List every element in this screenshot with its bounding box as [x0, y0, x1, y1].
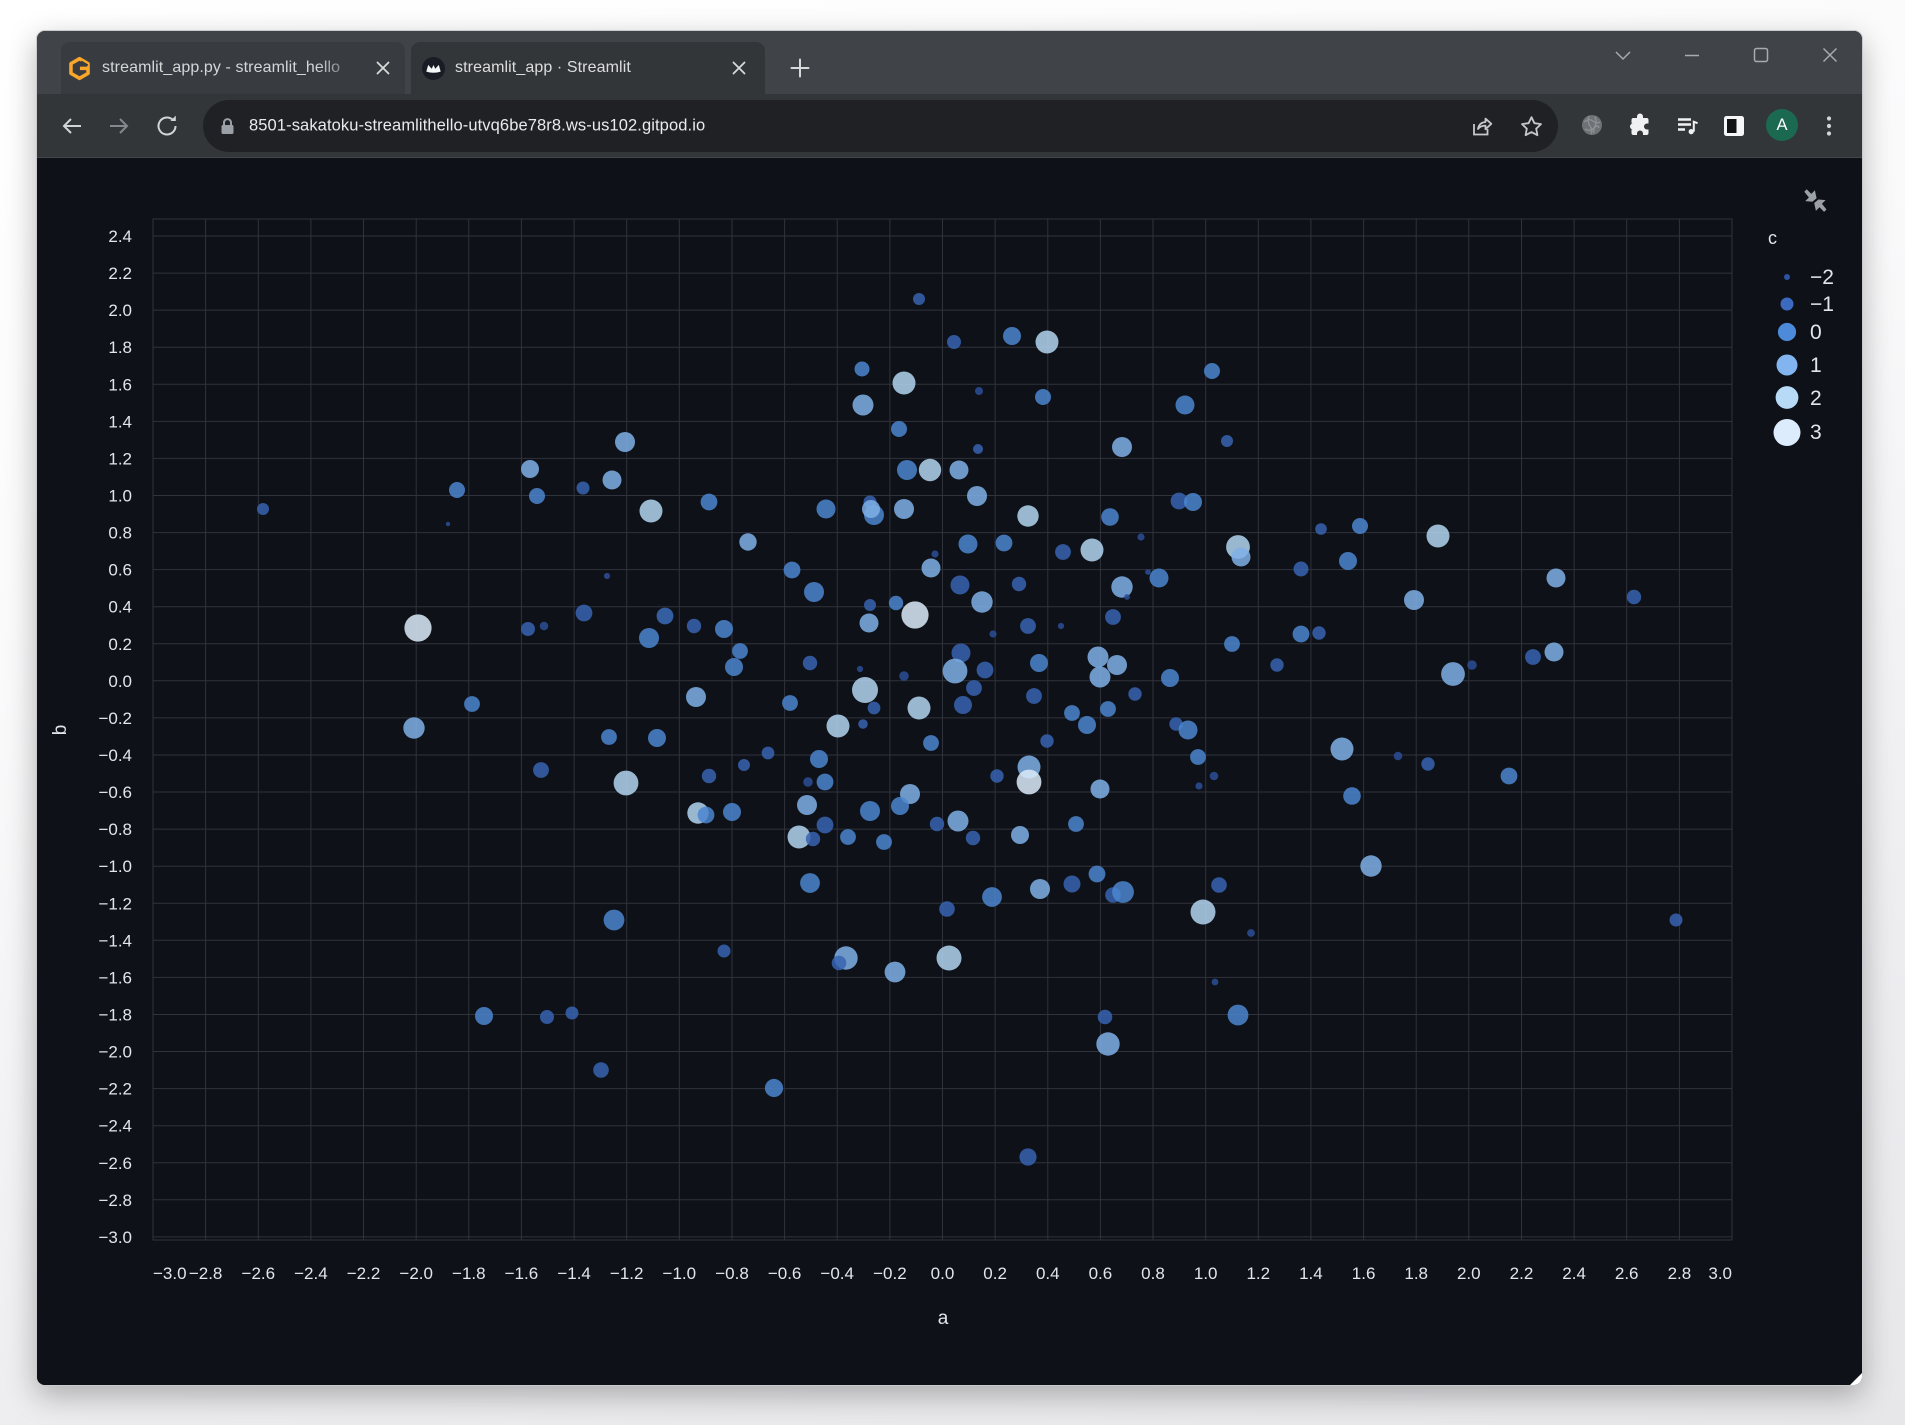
svg-text:−1.4: −1.4: [557, 1264, 591, 1283]
svg-text:−2.2: −2.2: [347, 1264, 381, 1283]
svg-text:3: 3: [1810, 421, 1822, 444]
svg-text:−2.6: −2.6: [242, 1264, 276, 1283]
svg-text:−2.4: −2.4: [98, 1117, 132, 1136]
svg-text:−2.8: −2.8: [98, 1191, 132, 1210]
svg-text:−2.2: −2.2: [98, 1080, 132, 1099]
svg-text:0.6: 0.6: [108, 561, 132, 580]
svg-text:−0.6: −0.6: [768, 1264, 802, 1283]
svg-text:−1.6: −1.6: [98, 968, 132, 987]
svg-text:−1: −1: [1810, 293, 1834, 316]
svg-text:−1.4: −1.4: [98, 931, 132, 950]
svg-text:0.0: 0.0: [108, 672, 132, 691]
svg-text:2.4: 2.4: [108, 227, 132, 246]
svg-text:3.0: 3.0: [1708, 1264, 1732, 1283]
svg-text:1.2: 1.2: [1246, 1264, 1270, 1283]
svg-text:2.2: 2.2: [1510, 1264, 1534, 1283]
svg-text:−1.8: −1.8: [452, 1264, 486, 1283]
svg-text:−3.0: −3.0: [153, 1264, 187, 1283]
svg-text:2.4: 2.4: [1562, 1264, 1586, 1283]
svg-text:−0.4: −0.4: [98, 746, 132, 765]
svg-text:−0.2: −0.2: [873, 1264, 907, 1283]
svg-text:1.8: 1.8: [108, 338, 132, 357]
svg-text:−0.4: −0.4: [820, 1264, 854, 1283]
svg-text:−2.0: −2.0: [98, 1043, 132, 1062]
svg-text:2: 2: [1810, 387, 1822, 410]
svg-text:a: a: [938, 1308, 949, 1329]
svg-text:−1.2: −1.2: [98, 894, 132, 913]
svg-text:−0.8: −0.8: [98, 820, 132, 839]
svg-text:1.0: 1.0: [1194, 1264, 1218, 1283]
svg-text:2.0: 2.0: [108, 301, 132, 320]
svg-text:−0.6: −0.6: [98, 783, 132, 802]
svg-text:1.0: 1.0: [108, 487, 132, 506]
svg-text:2.2: 2.2: [108, 264, 132, 283]
svg-text:−1.8: −1.8: [98, 1006, 132, 1025]
svg-text:2.0: 2.0: [1457, 1264, 1481, 1283]
svg-text:b: b: [50, 725, 71, 736]
svg-text:−2: −2: [1810, 266, 1834, 289]
svg-text:0.6: 0.6: [1089, 1264, 1113, 1283]
svg-text:1.2: 1.2: [108, 449, 132, 468]
svg-text:0.2: 0.2: [108, 635, 132, 654]
svg-text:2.8: 2.8: [1668, 1264, 1692, 1283]
svg-text:−2.6: −2.6: [98, 1154, 132, 1173]
svg-text:0: 0: [1810, 321, 1822, 344]
svg-text:2.6: 2.6: [1615, 1264, 1639, 1283]
svg-text:−0.8: −0.8: [715, 1264, 749, 1283]
svg-text:−3.0: −3.0: [98, 1228, 132, 1247]
svg-text:1.4: 1.4: [108, 412, 132, 431]
svg-text:1.8: 1.8: [1404, 1264, 1428, 1283]
svg-text:1: 1: [1810, 354, 1822, 377]
svg-text:0.0: 0.0: [931, 1264, 955, 1283]
svg-text:0.2: 0.2: [983, 1264, 1007, 1283]
svg-text:−1.2: −1.2: [610, 1264, 644, 1283]
svg-text:−0.2: −0.2: [98, 709, 132, 728]
svg-text:c: c: [1768, 228, 1777, 248]
svg-text:−1.6: −1.6: [505, 1264, 539, 1283]
svg-text:0.8: 0.8: [1141, 1264, 1165, 1283]
svg-text:−1.0: −1.0: [98, 857, 132, 876]
svg-text:−2.8: −2.8: [189, 1264, 223, 1283]
svg-text:1.6: 1.6: [108, 375, 132, 394]
svg-text:−2.4: −2.4: [294, 1264, 328, 1283]
svg-text:1.4: 1.4: [1299, 1264, 1323, 1283]
svg-text:0.8: 0.8: [108, 524, 132, 543]
svg-text:0.4: 0.4: [108, 598, 132, 617]
svg-text:0.4: 0.4: [1036, 1264, 1060, 1283]
svg-text:−2.0: −2.0: [399, 1264, 433, 1283]
svg-text:−1.0: −1.0: [663, 1264, 697, 1283]
svg-text:1.6: 1.6: [1352, 1264, 1376, 1283]
